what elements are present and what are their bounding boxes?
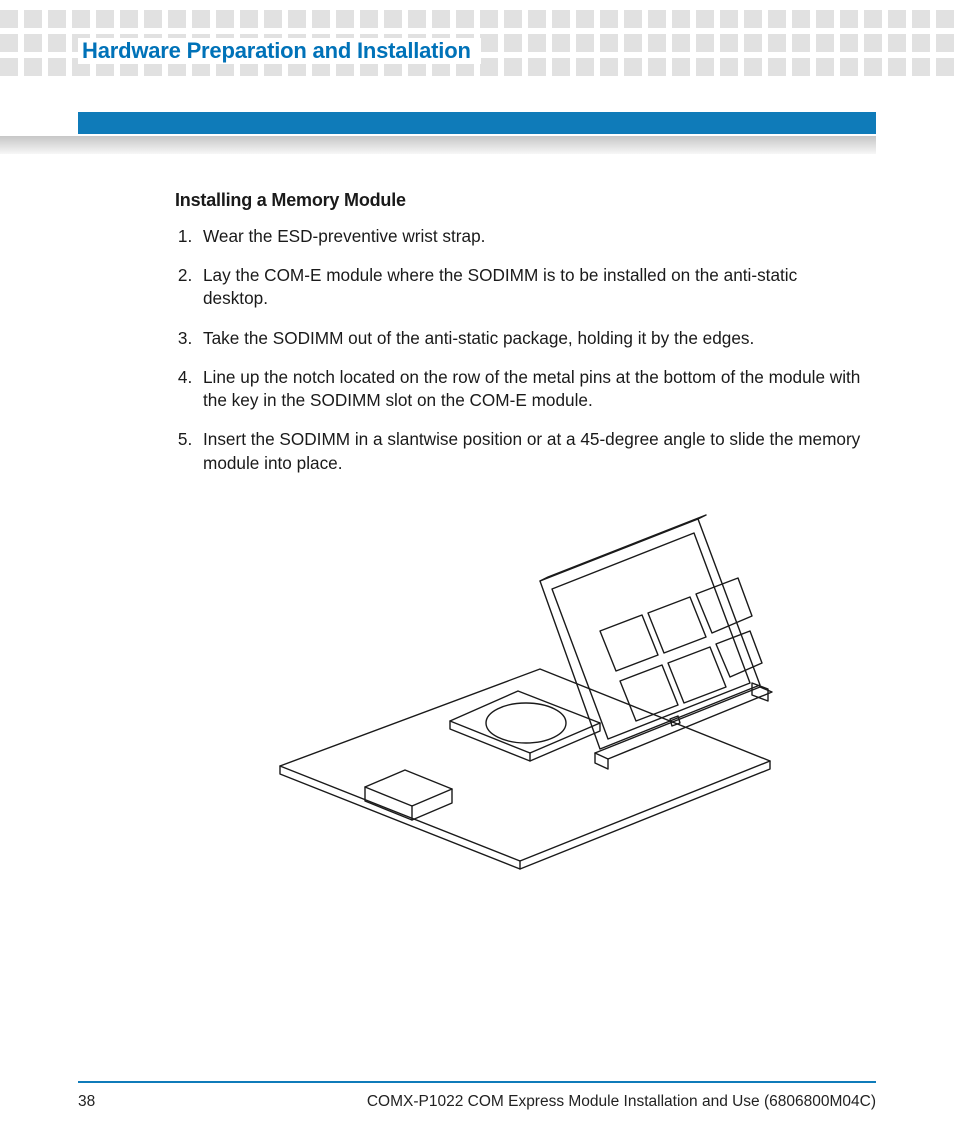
sodimm-illustration-icon bbox=[240, 491, 800, 871]
footer-rule bbox=[78, 1081, 876, 1083]
decor-row bbox=[0, 10, 954, 28]
chapter-title: Hardware Preparation and Installation bbox=[78, 38, 481, 64]
step-item: Insert the SODIMM in a slantwise positio… bbox=[197, 428, 864, 474]
steps-list: Wear the ESD-preventive wrist strap. Lay… bbox=[175, 225, 864, 475]
step-item: Wear the ESD-preventive wrist strap. bbox=[197, 225, 864, 248]
header-accent-bar bbox=[78, 112, 876, 134]
figure-sodimm-insert bbox=[240, 491, 800, 876]
page: Hardware Preparation and Installation In… bbox=[0, 0, 954, 1145]
header-shadow bbox=[0, 136, 876, 154]
step-item: Line up the notch located on the row of … bbox=[197, 366, 864, 412]
step-item: Lay the COM-E module where the SODIMM is… bbox=[197, 264, 864, 310]
footer: 38 COMX-P1022 COM Express Module Install… bbox=[78, 1093, 876, 1111]
section-title: Installing a Memory Module bbox=[175, 190, 864, 211]
content-area: Installing a Memory Module Wear the ESD-… bbox=[175, 190, 864, 876]
header-decor: Hardware Preparation and Installation bbox=[0, 0, 954, 90]
doc-title: COMX-P1022 COM Express Module Installati… bbox=[367, 1093, 876, 1111]
step-item: Take the SODIMM out of the anti-static p… bbox=[197, 327, 864, 350]
page-number: 38 bbox=[78, 1093, 95, 1111]
